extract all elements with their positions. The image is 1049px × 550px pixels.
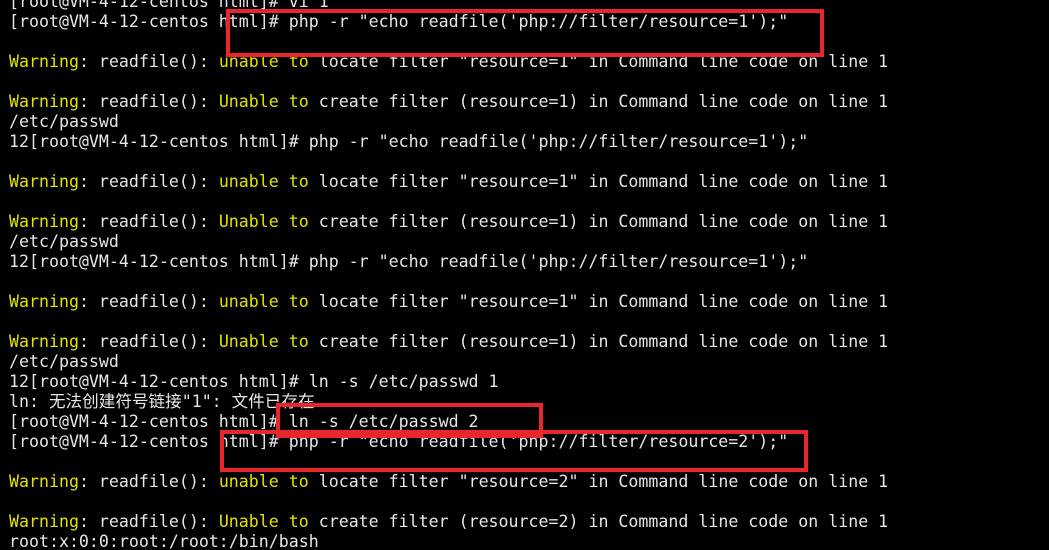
terminal-line: Warning: readfile(): unable to locate fi… bbox=[9, 472, 888, 492]
terminal-line: Warning: readfile(): unable to locate fi… bbox=[9, 52, 888, 72]
terminal-keyword-text: Unable to bbox=[218, 212, 309, 231]
terminal-line: root:x:0:0:root:/root:/bin/bash bbox=[9, 532, 888, 550]
terminal-keyword-text: Unable to bbox=[218, 332, 309, 351]
terminal-keyword-text: Warning bbox=[9, 332, 79, 351]
terminal-text: [root@VM-4-12-centos html]# ln -s /etc/p… bbox=[9, 412, 479, 431]
terminal-text: : readfile(): bbox=[78, 292, 219, 311]
terminal-keyword-text: Warning bbox=[9, 472, 79, 491]
terminal-line: /etc/passwd bbox=[9, 232, 888, 252]
terminal-text: : readfile(): bbox=[78, 172, 219, 191]
terminal-text: locate filter "resource=1" in Command li… bbox=[308, 172, 889, 191]
terminal-line: Warning: readfile(): Unable to create fi… bbox=[9, 332, 888, 352]
terminal-line: /etc/passwd bbox=[9, 352, 888, 372]
terminal-text: [root@VM-4-12-centos html]# vi 1 bbox=[9, 0, 329, 11]
terminal-text: 12[root@VM-4-12-centos html]# php -r "ec… bbox=[9, 132, 809, 151]
terminal-text: /etc/passwd bbox=[9, 352, 119, 371]
terminal-window[interactable]: [root@VM-4-12-centos html]# vi 1 [root@VM… bbox=[0, 0, 1049, 550]
terminal-keyword-text: unable to bbox=[218, 292, 309, 311]
terminal-text: : readfile(): bbox=[78, 52, 219, 71]
terminal-keyword-text: Unable to bbox=[218, 92, 309, 111]
terminal-text: ln: 无法创建符号链接"1": 文件已存在 bbox=[9, 392, 315, 411]
terminal-text: locate filter "resource=1" in Command li… bbox=[308, 292, 889, 311]
terminal-line: Warning: readfile(): unable to locate fi… bbox=[9, 172, 888, 192]
terminal-keyword-text: Warning bbox=[9, 212, 79, 231]
terminal-line: Warning: readfile(): Unable to create fi… bbox=[9, 92, 888, 112]
terminal-text: : readfile(): bbox=[78, 212, 219, 231]
terminal-line: [root@VM-4-12-centos html]# vi 1 bbox=[9, 0, 888, 12]
terminal-text: /etc/passwd bbox=[9, 232, 119, 251]
terminal-keyword-text: Warning bbox=[9, 512, 79, 531]
terminal-line: 12[root@VM-4-12-centos html]# php -r "ec… bbox=[9, 252, 888, 272]
terminal-text: create filter (resource=1) in Command li… bbox=[308, 92, 889, 111]
terminal-text: : readfile(): bbox=[78, 332, 219, 351]
terminal-text: [root@VM-4-12-centos html]# php -r "echo… bbox=[9, 432, 789, 451]
terminal-text: locate filter "resource=1" in Command li… bbox=[308, 52, 889, 71]
terminal-text: create filter (resource=2) in Command li… bbox=[308, 512, 889, 531]
terminal-line: Warning: readfile(): Unable to create fi… bbox=[9, 212, 888, 232]
terminal-line: [root@VM-4-12-centos html]# ln -s /etc/p… bbox=[9, 412, 888, 432]
terminal-line: 12[root@VM-4-12-centos html]# ln -s /etc… bbox=[9, 372, 888, 392]
terminal-keyword-text: Unable to bbox=[218, 512, 309, 531]
terminal-line: [root@VM-4-12-centos html]# php -r "echo… bbox=[9, 432, 888, 452]
terminal-text: /etc/passwd bbox=[9, 112, 119, 131]
terminal-text: create filter (resource=1) in Command li… bbox=[308, 332, 889, 351]
terminal-text: [root@VM-4-12-centos html]# php -r "echo… bbox=[9, 12, 789, 31]
terminal-text: : readfile(): bbox=[78, 512, 219, 531]
terminal-text: create filter (resource=1) in Command li… bbox=[308, 212, 889, 231]
terminal-line: Warning: readfile(): Unable to create fi… bbox=[9, 512, 888, 532]
terminal-text: root:x:0:0:root:/root:/bin/bash bbox=[9, 532, 319, 550]
terminal-text: : readfile(): bbox=[78, 92, 219, 111]
terminal-line: [root@VM-4-12-centos html]# php -r "echo… bbox=[9, 12, 888, 32]
terminal-keyword-text: Warning bbox=[9, 292, 79, 311]
terminal-keyword-text: unable to bbox=[218, 472, 309, 491]
terminal-output: [root@VM-4-12-centos html]# vi 1 [root@VM… bbox=[9, 0, 888, 550]
terminal-text: locate filter "resource=2" in Command li… bbox=[308, 472, 889, 491]
terminal-line: Warning: readfile(): unable to locate fi… bbox=[9, 292, 888, 312]
terminal-text: 12[root@VM-4-12-centos html]# php -r "ec… bbox=[9, 252, 809, 271]
terminal-line: ln: 无法创建符号链接"1": 文件已存在 bbox=[9, 392, 888, 412]
terminal-keyword-text: unable to bbox=[218, 52, 309, 71]
terminal-keyword-text: Warning bbox=[9, 92, 79, 111]
terminal-line: 12[root@VM-4-12-centos html]# php -r "ec… bbox=[9, 132, 888, 152]
terminal-text: : readfile(): bbox=[78, 472, 219, 491]
terminal-keyword-text: Warning bbox=[9, 52, 79, 71]
terminal-line: /etc/passwd bbox=[9, 112, 888, 132]
terminal-keyword-text: Warning bbox=[9, 172, 79, 191]
terminal-text: 12[root@VM-4-12-centos html]# ln -s /etc… bbox=[9, 372, 499, 391]
terminal-keyword-text: unable to bbox=[218, 172, 309, 191]
